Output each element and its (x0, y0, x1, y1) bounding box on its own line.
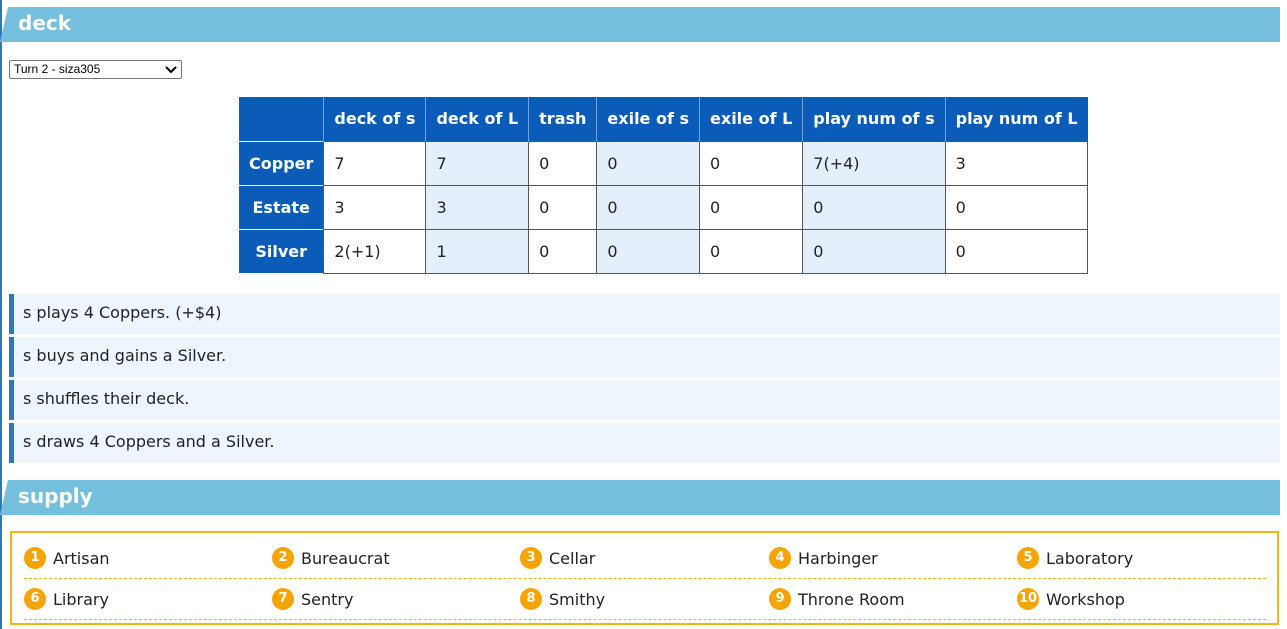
supply-heading: supply (18, 484, 93, 508)
table-cell: 3 (425, 184, 530, 230)
number-badge: 9 (769, 588, 791, 610)
table-cell: 0 (699, 140, 804, 186)
supply-card-cellar[interactable]: 3 Cellar (520, 538, 595, 578)
supply-card-workshop[interactable]: 10 Workshop (1017, 579, 1125, 619)
supply-card-throne-room[interactable]: 9 Throne Room (769, 579, 905, 619)
table-cell: 7 (425, 140, 530, 186)
supply-card-harbinger[interactable]: 4 Harbinger (769, 538, 878, 578)
column-header: play num of L (945, 97, 1088, 141)
number-badge: 1 (24, 547, 46, 569)
supply-card-label: Artisan (53, 548, 110, 568)
supply-card-label: Library (53, 589, 109, 609)
number-badge: 5 (1017, 547, 1039, 569)
turn-select-value: Turn 2 - siza305 (14, 62, 101, 76)
row-header-card: Silver (239, 228, 324, 273)
column-header: deck of s (323, 97, 427, 141)
table-row: Copper 7 7 0 0 0 7(+4) 3 (239, 140, 1089, 186)
number-badge: 4 (769, 547, 791, 569)
supply-card-laboratory[interactable]: 5 Laboratory (1017, 538, 1133, 578)
supply-card-label: Cellar (549, 548, 596, 568)
table-row: Estate 3 3 0 0 0 0 0 (239, 184, 1089, 230)
row-header-card: Copper (239, 140, 324, 185)
deck-section-header: deck (0, 7, 1280, 42)
number-badge: 2 (272, 547, 294, 569)
table-cell: 1 (425, 228, 530, 274)
table-cell: 0 (944, 228, 1089, 274)
log-entry: s shuffles their deck. (9, 380, 1280, 420)
chevron-down-icon (165, 66, 177, 74)
table-cell: 0 (596, 184, 701, 230)
supply-card-label: Harbinger (798, 548, 878, 568)
supply-card-label: Sentry (301, 589, 354, 609)
table-cell: 2(+1) (323, 228, 427, 274)
table-cell: 0 (596, 140, 701, 186)
log-entry: s draws 4 Coppers and a Silver. (9, 423, 1280, 463)
deck-table: deck of s deck of L trash exile of s exi… (239, 97, 1089, 274)
table-cell: 7 (323, 140, 427, 186)
table-cell: 0 (596, 228, 701, 274)
row-header-card: Estate (239, 184, 324, 229)
number-badge: 10 (1017, 588, 1039, 610)
deck-heading: deck (18, 11, 72, 35)
supply-box: 1 Artisan 2 Bureaucrat 3 Cellar 4 Harbin… (10, 531, 1279, 625)
supply-card-artisan[interactable]: 1 Artisan (24, 538, 110, 578)
table-cell: 0 (944, 184, 1089, 230)
supply-card-bureaucrat[interactable]: 2 Bureaucrat (272, 538, 390, 578)
number-badge: 6 (24, 588, 46, 610)
number-badge: 7 (272, 588, 294, 610)
table-cell: 7(+4) (802, 140, 946, 186)
column-header: exile of L (699, 97, 804, 141)
column-header: exile of s (596, 97, 701, 141)
supply-section-header: supply (0, 480, 1280, 515)
table-cell: 0 (699, 228, 804, 274)
table-header-row: deck of s deck of L trash exile of s exi… (239, 97, 1088, 141)
column-header: trash (528, 97, 598, 141)
table-cell: 0 (802, 184, 946, 230)
table-cell: 0 (699, 184, 804, 230)
table-cell: 3 (944, 140, 1089, 186)
turn-select[interactable]: Turn 2 - siza305 (9, 60, 182, 79)
supply-card-sentry[interactable]: 7 Sentry (272, 579, 353, 619)
table-cell: 0 (528, 140, 598, 186)
supply-row: 6 Library 7 Sentry 8 Smithy 9 Throne Roo… (24, 579, 1266, 620)
number-badge: 3 (520, 547, 542, 569)
supply-card-smithy[interactable]: 8 Smithy (520, 579, 605, 619)
table-row: Silver 2(+1) 1 0 0 0 0 0 (239, 228, 1089, 274)
supply-card-label: Bureaucrat (301, 548, 390, 568)
log-entry: s plays 4 Coppers. (+$4) (9, 294, 1280, 334)
table-cell: 3 (323, 184, 427, 230)
column-header-card (239, 97, 325, 141)
supply-card-label: Workshop (1046, 589, 1125, 609)
number-badge: 8 (520, 588, 542, 610)
supply-card-label: Laboratory (1046, 548, 1134, 568)
column-header: deck of L (425, 97, 530, 141)
table-cell: 0 (802, 228, 946, 274)
column-header: play num of s (802, 97, 946, 141)
supply-card-label: Throne Room (798, 589, 905, 609)
supply-card-library[interactable]: 6 Library (24, 579, 109, 619)
table-cell: 0 (528, 184, 598, 230)
log-entry: s buys and gains a Silver. (9, 337, 1280, 377)
supply-card-label: Smithy (549, 589, 606, 609)
supply-row: 1 Artisan 2 Bureaucrat 3 Cellar 4 Harbin… (24, 538, 1266, 579)
page-left-edge (0, 0, 2, 629)
table-cell: 0 (528, 228, 598, 274)
